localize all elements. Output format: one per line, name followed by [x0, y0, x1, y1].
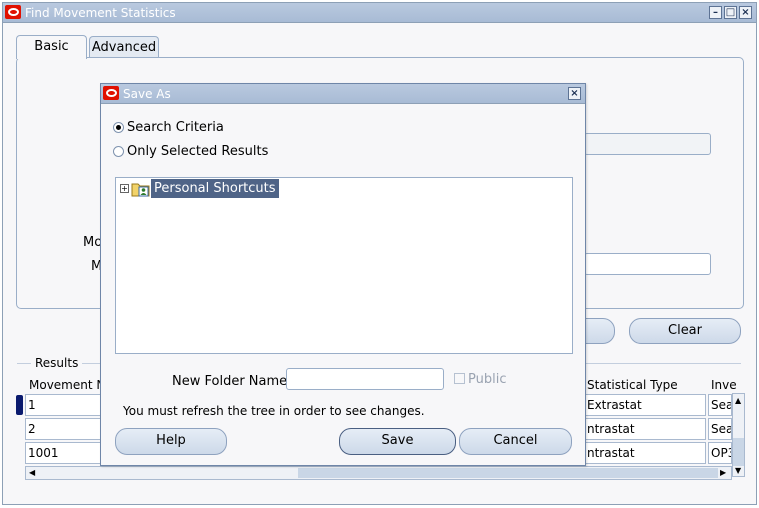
cancel-button-label: Cancel	[493, 433, 538, 448]
dialog-titlebar: Save As ×	[101, 84, 585, 104]
horizontal-scroll-thumb[interactable]	[298, 468, 718, 478]
scroll-up-icon[interactable]: ▲	[735, 396, 741, 405]
radio-search-criteria[interactable]	[113, 122, 124, 133]
folder-user-icon	[131, 183, 150, 197]
table-row-stat-type[interactable]: ntrastat	[584, 418, 706, 440]
table-row-movement[interactable]: 1001	[25, 442, 105, 464]
new-folder-name-label: New Folder Name	[172, 374, 288, 389]
clear-button-label: Clear	[668, 323, 702, 338]
column-header-movement[interactable]: Movement N	[29, 378, 105, 392]
criteria-field-1[interactable]	[584, 133, 711, 155]
help-button-label: Help	[156, 433, 186, 448]
radio-only-selected-results[interactable]	[113, 146, 124, 157]
public-checkbox[interactable]	[454, 373, 465, 384]
scroll-left-icon[interactable]: ◀	[29, 468, 35, 477]
save-as-dialog: Save As × Search Criteria Only Selected …	[100, 83, 586, 466]
results-vertical-scrollbar[interactable]: ▲ ▼	[732, 393, 745, 477]
table-row-movement[interactable]: 2	[25, 418, 105, 440]
table-row-inv[interactable]: OP3	[708, 442, 732, 464]
new-folder-name-input[interactable]	[286, 368, 444, 390]
maximize-icon[interactable]: □	[724, 6, 737, 19]
close-icon[interactable]: ×	[568, 87, 581, 100]
help-button[interactable]: Help	[115, 428, 227, 455]
current-record-indicator	[16, 395, 23, 415]
criteria-field-2[interactable]	[584, 253, 711, 275]
results-label: Results	[31, 356, 83, 370]
clear-button[interactable]: Clear	[629, 318, 741, 344]
results-horizontal-scrollbar[interactable]: ◀ ▶	[25, 466, 732, 480]
refresh-note: You must refresh the tree in order to se…	[123, 404, 425, 418]
table-row-stat-type[interactable]: ntrastat	[584, 442, 706, 464]
cancel-button[interactable]: Cancel	[459, 428, 572, 455]
scroll-down-icon[interactable]: ▼	[735, 466, 741, 475]
table-row-inv[interactable]: Sea	[708, 394, 732, 416]
table-row-movement[interactable]: 1	[25, 394, 105, 416]
close-icon[interactable]: ×	[739, 6, 752, 19]
column-header-statistical-type[interactable]: Statistical Type	[587, 378, 678, 392]
radio-only-selected-results-label[interactable]: Only Selected Results	[127, 144, 268, 159]
expand-icon[interactable]: +	[120, 184, 129, 193]
dialog-title: Save As	[123, 87, 171, 101]
table-row-stat-type[interactable]: Extrastat	[584, 394, 706, 416]
minimize-icon[interactable]: –	[709, 6, 722, 19]
radio-search-criteria-label[interactable]: Search Criteria	[127, 120, 224, 135]
column-header-inventory[interactable]: Inve	[711, 378, 737, 392]
save-button[interactable]: Save	[339, 428, 456, 455]
oracle-logo-icon	[5, 5, 21, 19]
save-button-label: Save	[381, 433, 414, 448]
shortcuts-tree[interactable]: + Personal Shortcuts	[115, 177, 573, 354]
tab-basic[interactable]: Basic	[16, 35, 87, 59]
scroll-right-icon[interactable]: ▶	[720, 468, 726, 477]
window-titlebar: Find Movement Statistics – □ ×	[3, 3, 756, 23]
window-title: Find Movement Statistics	[25, 6, 176, 20]
tree-node-personal-shortcuts[interactable]: Personal Shortcuts	[151, 179, 279, 198]
public-label: Public	[468, 372, 507, 387]
vertical-scroll-thumb[interactable]	[733, 438, 744, 466]
oracle-logo-icon	[103, 86, 119, 100]
table-row-inv[interactable]: Sea	[708, 418, 732, 440]
